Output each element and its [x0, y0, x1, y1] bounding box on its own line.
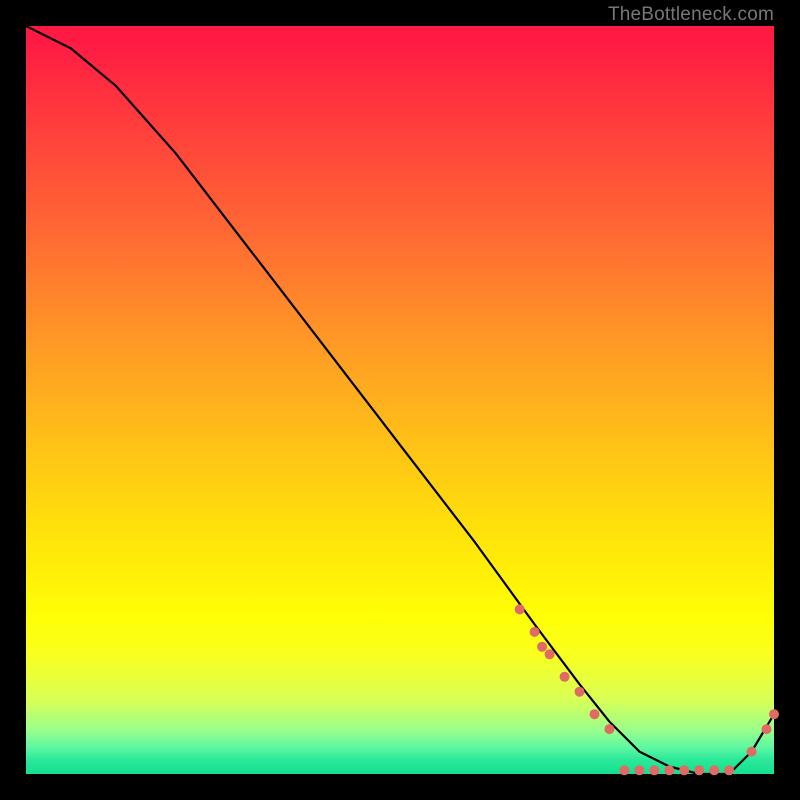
- marker-layer: [515, 604, 779, 775]
- data-point: [679, 765, 689, 775]
- data-point: [619, 765, 629, 775]
- data-point: [537, 642, 547, 652]
- data-point: [769, 709, 779, 719]
- data-point: [545, 649, 555, 659]
- chart-frame: TheBottleneck.com: [0, 0, 800, 800]
- data-point: [560, 672, 570, 682]
- data-point: [747, 747, 757, 757]
- data-point: [530, 627, 540, 637]
- data-point: [515, 604, 525, 614]
- data-point: [634, 765, 644, 775]
- watermark-text: TheBottleneck.com: [608, 4, 774, 26]
- chart-svg: [26, 26, 774, 774]
- data-point: [709, 765, 719, 775]
- data-point: [604, 724, 614, 734]
- data-point: [724, 765, 734, 775]
- chart-plot-area: [26, 26, 774, 774]
- data-point: [694, 765, 704, 775]
- data-point: [649, 765, 659, 775]
- data-point: [762, 724, 772, 734]
- bottleneck-curve: [26, 26, 774, 774]
- data-point: [590, 709, 600, 719]
- data-point: [664, 765, 674, 775]
- data-point: [575, 687, 585, 697]
